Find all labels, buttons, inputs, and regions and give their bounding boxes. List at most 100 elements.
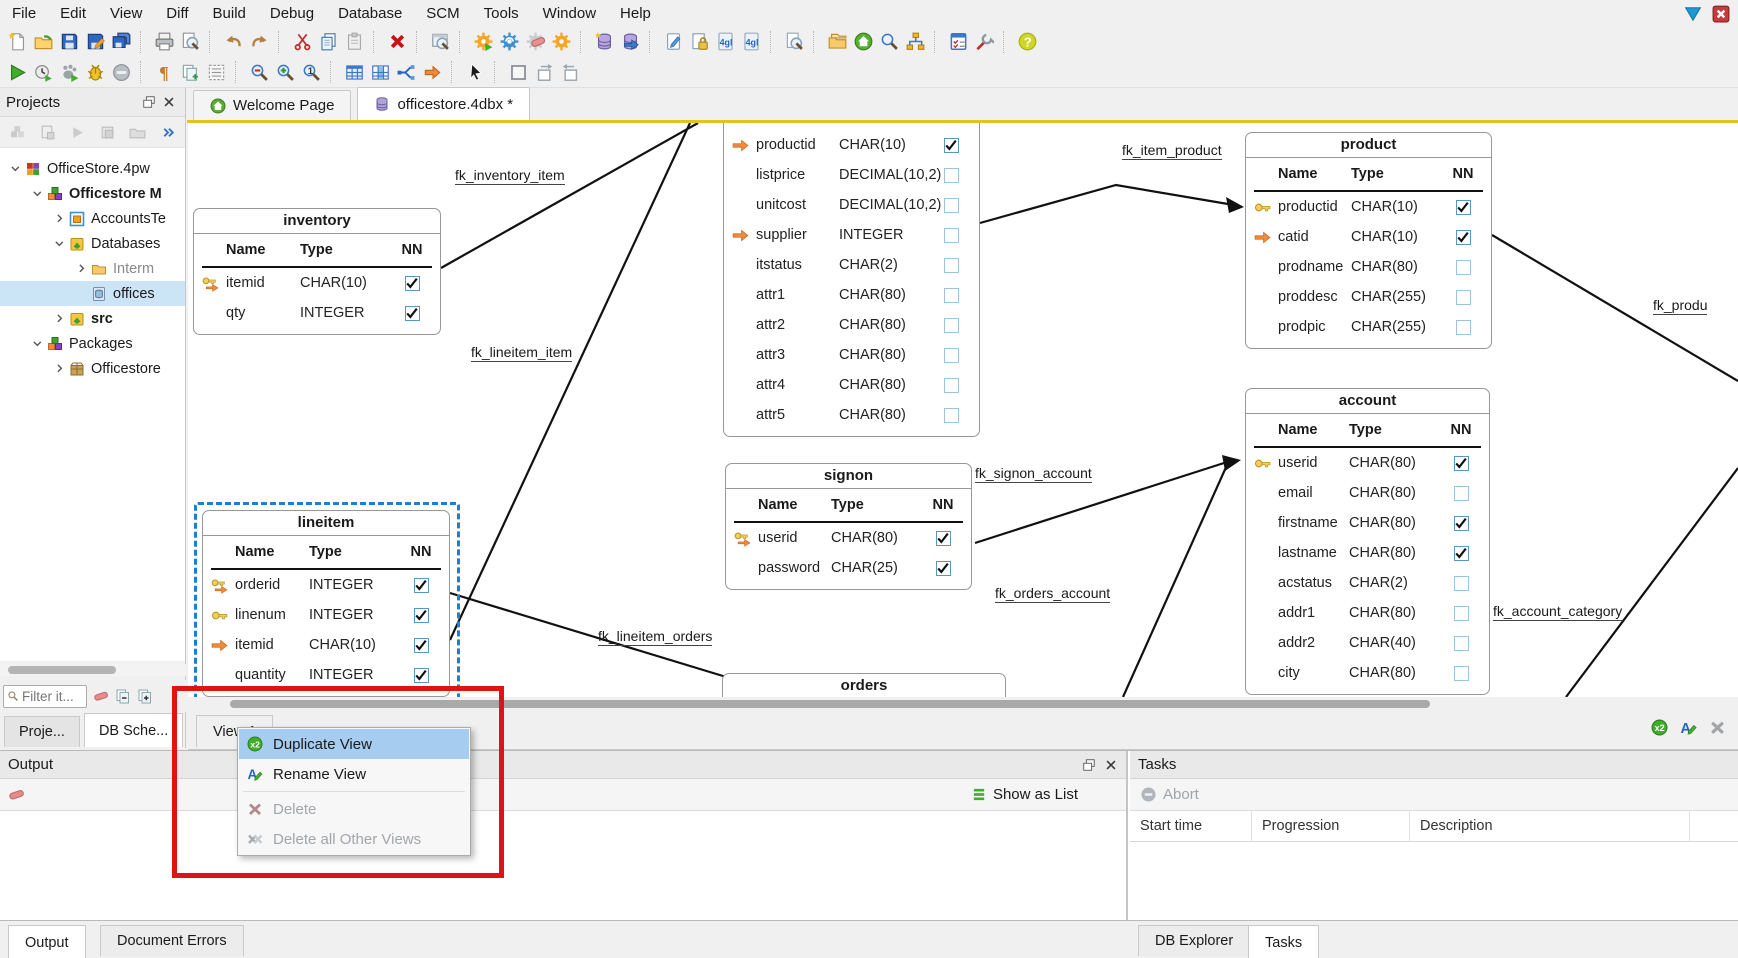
more-tools-icon[interactable] (155, 119, 181, 145)
save-all-icon[interactable] (108, 29, 134, 55)
zoom-original-icon[interactable]: 1 (298, 59, 324, 85)
tasks-column-description[interactable]: Description (1410, 811, 1690, 841)
expand-icon[interactable] (50, 212, 68, 225)
menu-item-duplicate-view[interactable]: x2Duplicate View (239, 729, 469, 759)
table-field-userid[interactable]: useridCHAR(80) (1246, 448, 1489, 478)
table-field-addr1[interactable]: addr1CHAR(80) (1246, 598, 1489, 628)
expand-icon[interactable] (72, 262, 90, 275)
db-table-product[interactable]: productNameTypeNNproductidCHAR(10)catidC… (1245, 132, 1492, 349)
expand-all-icon[interactable] (137, 688, 153, 704)
paste-icon[interactable] (341, 29, 367, 55)
db-table-orders[interactable]: orders (722, 673, 1006, 697)
table-field-quantity[interactable]: quantityINTEGER (203, 660, 449, 690)
new-group-icon[interactable] (94, 119, 120, 145)
rename-view-icon[interactable]: A (1680, 719, 1697, 736)
table-field-city[interactable]: cityCHAR(80) (1246, 658, 1489, 688)
not-null-checkbox[interactable] (944, 168, 959, 183)
not-null-checkbox[interactable] (944, 258, 959, 273)
bottom-tab-output[interactable]: Output (8, 925, 86, 958)
redo-icon[interactable] (246, 29, 272, 55)
open-project-icon[interactable] (30, 29, 56, 55)
collapse-icon[interactable] (50, 237, 68, 250)
not-null-checkbox[interactable] (944, 348, 959, 363)
tree-item-officestore[interactable]: Officestore (0, 356, 185, 381)
table-field-itemid[interactable]: itemidCHAR(10) (203, 630, 449, 660)
db-table-item[interactable]: productidCHAR(10)listpriceDECIMAL(10,2)u… (723, 123, 980, 437)
not-null-checkbox[interactable] (1454, 636, 1469, 651)
not-null-checkbox[interactable] (1456, 290, 1471, 305)
not-null-checkbox[interactable] (944, 378, 959, 393)
not-null-checkbox[interactable] (414, 578, 429, 593)
fk-label-fk_inventory_item[interactable]: fk_inventory_item (455, 167, 565, 185)
table-field-supplier[interactable]: supplierINTEGER (724, 220, 979, 250)
menu-item-delete[interactable]: Delete (239, 794, 469, 824)
menu-scm[interactable]: SCM (414, 5, 471, 22)
collapse-all-icon[interactable] (115, 688, 131, 704)
db-table-account[interactable]: accountNameTypeNNuseridCHAR(80)emailCHAR… (1245, 388, 1490, 695)
menu-debug[interactable]: Debug (258, 5, 326, 22)
build-gear-icon[interactable] (470, 29, 496, 55)
menu-build[interactable]: Build (201, 5, 258, 22)
duplicate-view-icon[interactable]: x2 (1651, 719, 1668, 736)
not-null-checkbox[interactable] (944, 138, 959, 153)
task-list-icon[interactable] (945, 29, 971, 55)
db-table-lineitem[interactable]: lineitemNameTypeNNorderidINTEGERlinenumI… (202, 510, 450, 697)
not-null-checkbox[interactable] (944, 318, 959, 333)
table-field-itemid[interactable]: itemidCHAR(10) (194, 268, 440, 298)
not-null-checkbox[interactable] (1456, 200, 1471, 215)
table-field-firstname[interactable]: firstnameCHAR(80) (1246, 508, 1489, 538)
float-output-icon[interactable] (1082, 758, 1096, 772)
zoom-out-icon[interactable] (246, 59, 272, 85)
new-file-icon[interactable] (4, 29, 30, 55)
duplicate-page-icon[interactable] (177, 59, 203, 85)
projects-hscroll-thumb[interactable] (8, 666, 116, 674)
print-preview-icon[interactable] (177, 29, 203, 55)
not-null-checkbox[interactable] (1454, 576, 1469, 591)
undo-icon[interactable] (220, 29, 246, 55)
fk-label-fk_lineitem_item[interactable]: fk_lineitem_item (471, 344, 572, 362)
rotate-left-icon[interactable] (531, 59, 557, 85)
filter-input[interactable] (20, 688, 82, 705)
debug-bug-icon[interactable] (82, 59, 108, 85)
not-null-checkbox[interactable] (1454, 486, 1469, 501)
relation-icon[interactable] (393, 59, 419, 85)
not-null-checkbox[interactable] (944, 228, 959, 243)
table-field-productid[interactable]: productidCHAR(10) (724, 130, 979, 160)
delete-view-icon[interactable] (1709, 719, 1726, 736)
close-panel-icon[interactable] (159, 92, 179, 112)
schema-lock-icon[interactable] (686, 29, 712, 55)
menu-item-rename-view[interactable]: ARename View (239, 759, 469, 789)
float-panel-icon[interactable] (139, 92, 159, 112)
collapse-icon[interactable] (28, 337, 46, 350)
menu-help[interactable]: Help (608, 5, 663, 22)
bottom-tab-document-errors[interactable]: Document Errors (100, 925, 244, 956)
bottom-tab-db-explorer[interactable]: DB Explorer (1138, 925, 1250, 956)
not-null-checkbox[interactable] (414, 638, 429, 653)
find-in-files-icon[interactable] (781, 29, 807, 55)
db-search-icon[interactable] (876, 29, 902, 55)
settings-gear-icon[interactable] (548, 29, 574, 55)
org-chart-icon[interactable] (902, 29, 928, 55)
table-field-productid[interactable]: productidCHAR(10) (1246, 192, 1491, 222)
tab-list-filter-icon[interactable] (1684, 5, 1702, 23)
tree-item-offices[interactable]: offices (0, 281, 185, 306)
table-field-prodname[interactable]: prodnameCHAR(80) (1246, 252, 1491, 282)
zoom-in-icon[interactable] (272, 59, 298, 85)
not-null-checkbox[interactable] (1456, 260, 1471, 275)
table-field-attr4[interactable]: attr4CHAR(80) (724, 370, 979, 400)
db-new-icon[interactable] (591, 29, 617, 55)
delete-icon[interactable] (384, 29, 410, 55)
table-field-email[interactable]: emailCHAR(80) (1246, 478, 1489, 508)
table-icon[interactable] (341, 59, 367, 85)
db-table-signon[interactable]: signonNameTypeNNuseridCHAR(80)passwordCH… (725, 463, 972, 590)
cut-icon[interactable] (289, 29, 315, 55)
copy-icon[interactable] (315, 29, 341, 55)
table-field-attr5[interactable]: attr5CHAR(80) (724, 400, 979, 430)
editor-tab-officestore-4dbx-[interactable]: officestore.4dbx * (357, 87, 530, 120)
menu-window[interactable]: Window (531, 5, 608, 22)
db-table-inventory[interactable]: inventoryNameTypeNNitemidCHAR(10)qtyINTE… (193, 208, 441, 335)
table-field-catid[interactable]: catidCHAR(10) (1246, 222, 1491, 252)
add-file-icon[interactable] (34, 119, 60, 145)
open-folder-icon[interactable] (124, 119, 150, 145)
compile-gear-icon[interactable] (496, 29, 522, 55)
